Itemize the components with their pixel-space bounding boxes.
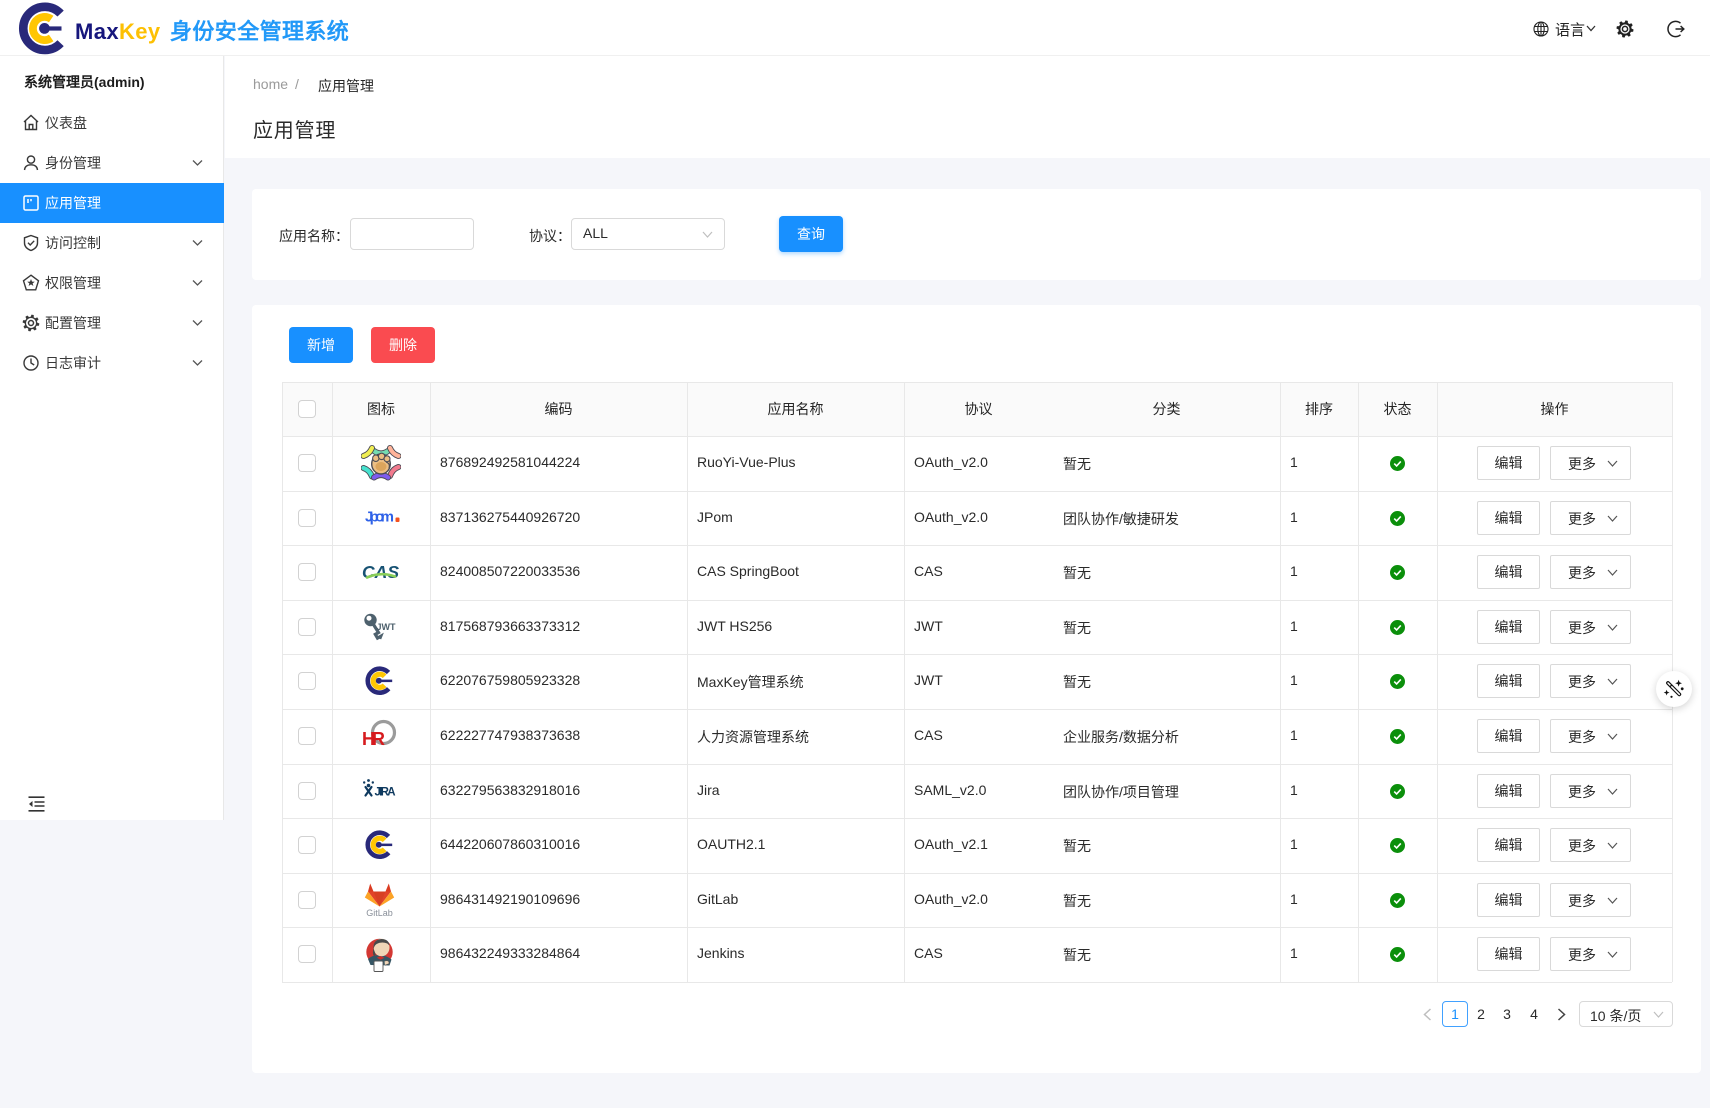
svg-text:HR: HR [362, 729, 385, 749]
svg-text:CAS: CAS [362, 562, 399, 582]
svg-text:Jpom: Jpom [365, 509, 394, 526]
svg-text:JWT: JWT [377, 622, 397, 632]
svg-text:JIRA: JIRA [375, 787, 396, 799]
svg-text:GitLab: GitLab [366, 908, 393, 918]
